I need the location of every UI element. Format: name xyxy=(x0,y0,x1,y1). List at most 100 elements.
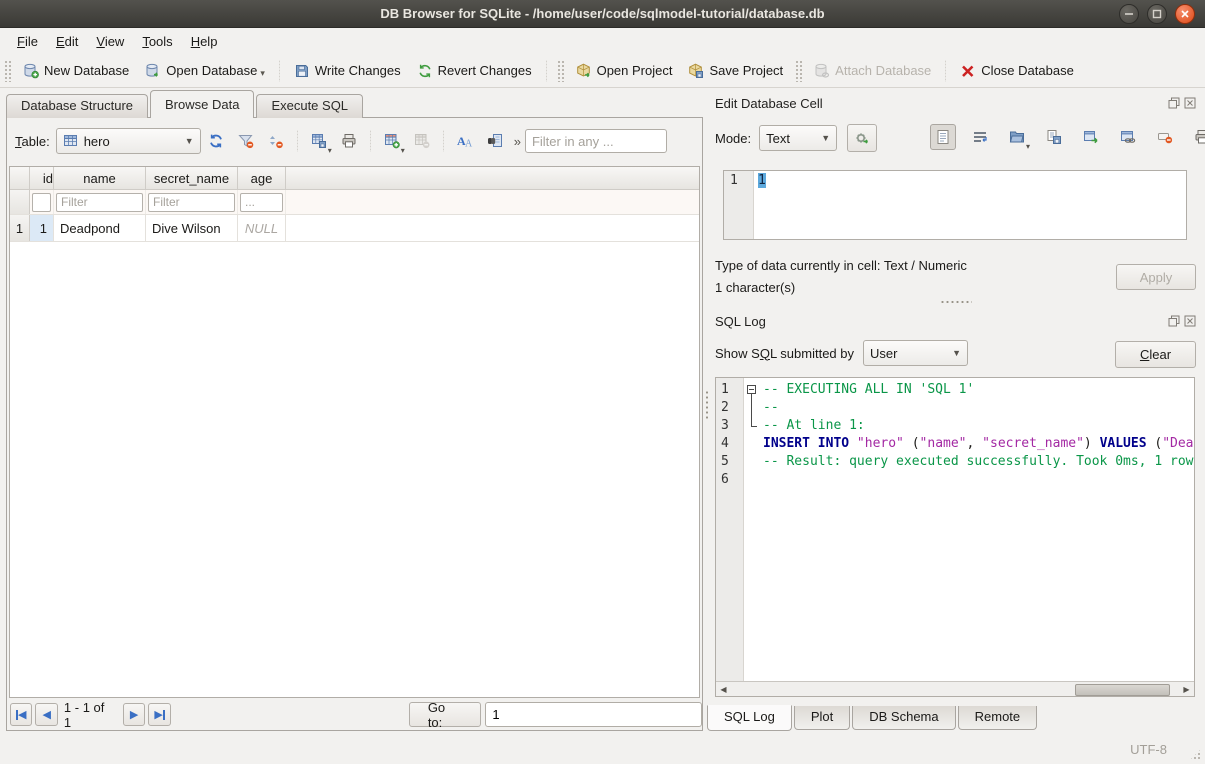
export-table-button[interactable]: ▾ xyxy=(306,128,332,154)
column-header-age[interactable]: age xyxy=(238,167,286,189)
goto-record-input[interactable] xyxy=(485,702,702,727)
delete-record-button[interactable] xyxy=(409,128,435,154)
column-header-id[interactable]: id xyxy=(30,167,54,189)
cell-name[interactable]: Deadpond xyxy=(54,215,146,241)
previous-record-button[interactable]: ◀ xyxy=(35,703,57,726)
new-database-button[interactable]: New Database xyxy=(15,59,137,83)
auto-switch-mode-button[interactable] xyxy=(847,124,877,152)
menu-edit[interactable]: Edit xyxy=(47,31,87,52)
column-header-name[interactable]: name xyxy=(54,167,146,189)
close-database-button[interactable]: Close Database xyxy=(952,59,1082,83)
menu-file[interactable]: File xyxy=(8,31,47,52)
export-cell-save-button[interactable] xyxy=(1041,124,1067,150)
toolbar-grip[interactable] xyxy=(795,60,802,82)
dock-close-icon[interactable] xyxy=(1184,315,1196,327)
show-sql-label: Show SQL submitted by xyxy=(715,346,854,361)
bottom-tab-remote[interactable]: Remote xyxy=(958,706,1038,730)
bottom-tab-sql-log[interactable]: SQL Log xyxy=(707,705,792,731)
toolbar-overflow-icon[interactable]: » xyxy=(514,134,521,149)
sql-source-combobox[interactable]: User ▼ xyxy=(863,340,968,366)
minimize-icon[interactable] xyxy=(1119,4,1139,24)
open-in-external-button[interactable] xyxy=(1078,124,1104,150)
tab-browse-data[interactable]: Browse Data xyxy=(150,90,254,118)
toolbar-grip[interactable] xyxy=(4,60,11,82)
maximize-icon[interactable] xyxy=(1147,4,1167,24)
first-record-button[interactable]: ◀ xyxy=(10,703,32,726)
cell-editor[interactable]: 1 1 xyxy=(723,170,1187,240)
cell-editor-value[interactable]: 1 xyxy=(758,173,766,188)
cell-id[interactable]: 1 xyxy=(30,215,54,241)
clear-sort-button[interactable] xyxy=(263,128,289,154)
copy-link-button[interactable] xyxy=(1115,124,1141,150)
scroll-left-icon[interactable]: ◀ xyxy=(716,682,731,696)
table-combobox[interactable]: hero ▼ xyxy=(56,128,201,154)
edit-display-format-button[interactable]: AA xyxy=(452,128,478,154)
menu-tools[interactable]: Tools xyxy=(133,31,181,52)
fold-minus-icon[interactable] xyxy=(747,385,756,394)
dock-float-icon[interactable] xyxy=(1168,315,1180,327)
filter-input-secret-name[interactable] xyxy=(148,193,235,212)
print-cell-button[interactable] xyxy=(1189,124,1205,150)
toolbar-separator xyxy=(945,60,946,82)
bottom-tab-db-schema[interactable]: DB Schema xyxy=(852,706,955,730)
word-wrap-button[interactable] xyxy=(967,124,993,150)
tab-database-structure[interactable]: Database Structure xyxy=(6,94,148,118)
save-project-button[interactable]: Save Project xyxy=(680,59,791,83)
sql-horizontal-scrollbar[interactable]: ◀ ▶ xyxy=(716,681,1194,696)
chevron-down-icon[interactable]: ▾ xyxy=(260,68,265,79)
menu-bar: File Edit View Tools Help xyxy=(0,28,1205,54)
tab-execute-sql[interactable]: Execute SQL xyxy=(256,94,363,118)
chevron-down-icon: ▼ xyxy=(944,348,961,358)
cell-secret-name[interactable]: Dive Wilson xyxy=(146,215,238,241)
scrollbar-thumb[interactable] xyxy=(1075,684,1171,696)
title-bar[interactable]: DB Browser for SQLite - /home/user/code/… xyxy=(0,0,1205,28)
toolbar-grip[interactable] xyxy=(557,60,564,82)
find-in-cells-button[interactable] xyxy=(482,128,508,154)
attach-database-icon xyxy=(814,63,830,79)
insert-record-button[interactable]: ▾ xyxy=(379,128,405,154)
filter-input-name[interactable] xyxy=(56,193,143,212)
mode-combobox-value: Text xyxy=(766,131,790,146)
grid-corner[interactable] xyxy=(10,167,30,189)
column-header-secret-name[interactable]: secret_name xyxy=(146,167,238,189)
next-record-button[interactable]: ▶ xyxy=(123,703,145,726)
menu-help[interactable]: Help xyxy=(182,31,227,52)
open-file-icon xyxy=(1009,129,1025,145)
open-project-button[interactable]: Open Project xyxy=(568,59,681,83)
refresh-button[interactable] xyxy=(203,128,229,154)
dock-float-icon[interactable] xyxy=(1168,97,1180,109)
filter-input-age[interactable] xyxy=(240,193,283,212)
revert-changes-button[interactable]: Revert Changes xyxy=(409,59,540,83)
last-record-button[interactable]: ▶ xyxy=(148,703,170,726)
goto-button[interactable]: Go to: xyxy=(409,702,482,727)
mode-combobox[interactable]: Text ▼ xyxy=(759,125,837,151)
scroll-right-icon[interactable]: ▶ xyxy=(1179,682,1194,696)
word-wrap-icon xyxy=(972,129,988,145)
import-cell-button[interactable]: ▾ xyxy=(1004,124,1030,150)
print-button[interactable] xyxy=(336,128,362,154)
row-header[interactable]: 1 xyxy=(10,215,30,241)
dock-splitter[interactable] xyxy=(940,300,972,304)
clear-log-button[interactable]: Clear xyxy=(1115,341,1196,368)
sql-gutter-numbers: 123456 xyxy=(716,378,744,681)
menu-view[interactable]: View xyxy=(87,31,133,52)
right-dock-area: Edit Database Cell Mode: Text ▼ xyxy=(710,88,1205,734)
dock-close-icon[interactable] xyxy=(1184,97,1196,109)
clear-filters-button[interactable] xyxy=(233,128,259,154)
close-icon[interactable] xyxy=(1175,4,1195,24)
filter-input-id[interactable] xyxy=(32,193,51,212)
cell-age[interactable]: NULL xyxy=(238,215,286,241)
write-changes-button[interactable]: Write Changes xyxy=(286,59,409,83)
apply-button[interactable]: Apply xyxy=(1116,264,1196,290)
size-grip[interactable] xyxy=(1189,748,1202,761)
toolbar-separator xyxy=(279,60,280,82)
bottom-tab-plot[interactable]: Plot xyxy=(794,706,850,730)
panel-splitter[interactable] xyxy=(703,90,710,731)
encoding-indicator[interactable]: UTF-8 xyxy=(1130,742,1167,757)
text-mode-button[interactable] xyxy=(930,124,956,150)
filter-any-column-input[interactable] xyxy=(525,129,667,153)
sql-log-editor[interactable]: 123456 -- EXECUTING ALL IN 'SQL 1'---- A… xyxy=(715,377,1195,697)
set-null-button[interactable] xyxy=(1152,124,1178,150)
save-as-icon xyxy=(1046,129,1062,145)
open-database-button[interactable]: Open Database ▾ xyxy=(137,59,273,83)
